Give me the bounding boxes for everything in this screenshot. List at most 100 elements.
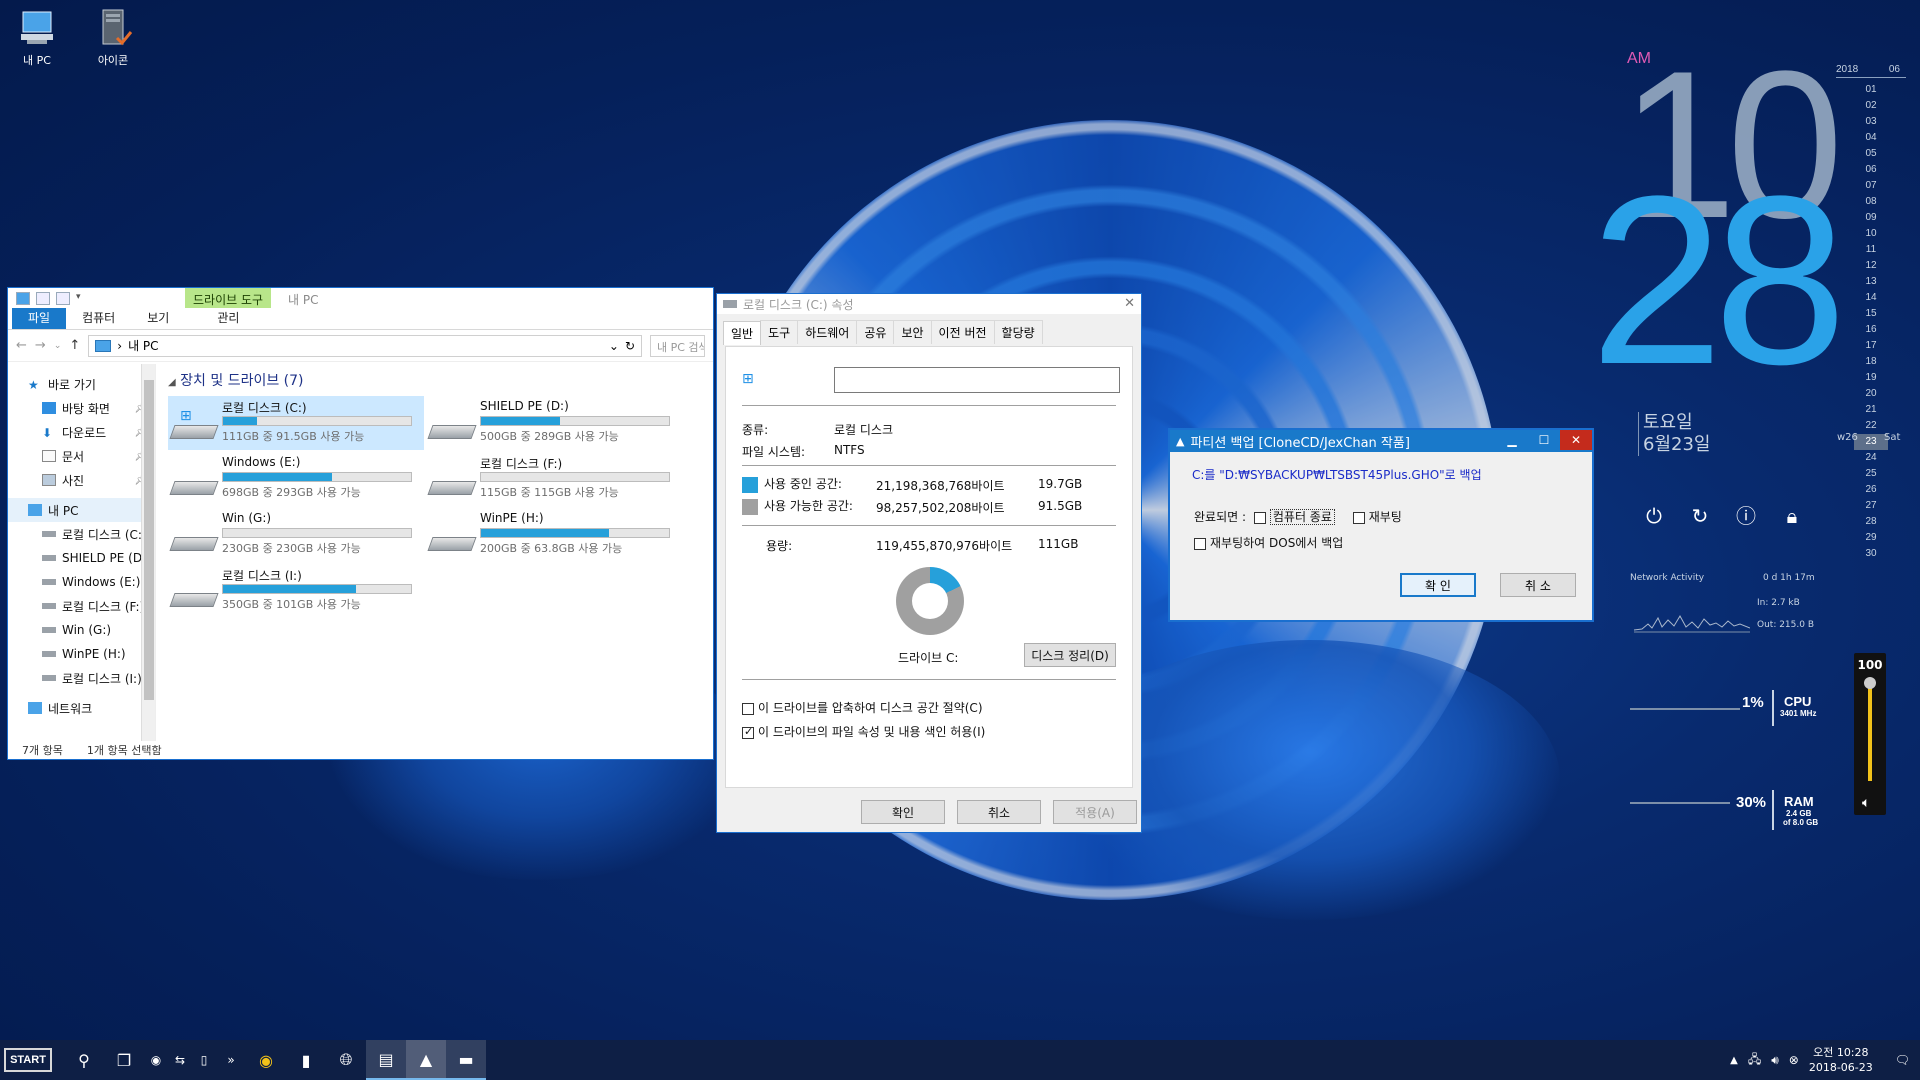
refresh-icon[interactable]: ↻ <box>625 339 635 353</box>
nav-item-drive-e[interactable]: Windows (E:) <box>8 570 155 594</box>
tab-manage[interactable]: 관리 <box>201 306 255 329</box>
globe-icon[interactable]: 🌐︎ <box>326 1040 366 1080</box>
search-input[interactable]: 내 PC 검색 <box>650 334 705 357</box>
shutdown-checkbox[interactable] <box>1253 511 1266 524</box>
volume-widget[interactable]: 100 🔈︎ <box>1854 653 1886 815</box>
nav-item-downloads[interactable]: ⬇다운로드📌︎ <box>8 420 155 444</box>
shutdown-option[interactable]: 컴퓨터 종료 <box>1253 509 1335 525</box>
nav-item-network[interactable]: 네트워크 <box>8 696 155 720</box>
teamviewer-small-icon[interactable]: ⇆ <box>168 1040 192 1080</box>
chrome-icon[interactable]: ◉ <box>246 1040 286 1080</box>
ok-button[interactable]: 확인 <box>861 800 945 824</box>
compress-option[interactable]: 이 드라이브를 압축하여 디스크 공간 절약(C) <box>742 699 983 716</box>
chrome-small-icon[interactable]: ◉ <box>144 1040 168 1080</box>
dos-option[interactable]: 재부팅하여 DOS에서 백업 <box>1194 534 1343 551</box>
task-view-icon[interactable]: ❐ <box>104 1040 144 1080</box>
cancel-button[interactable]: 취소 <box>957 800 1041 824</box>
overflow-chevron-icon[interactable]: » <box>216 1040 246 1080</box>
usb-device-icon[interactable]: ▮ <box>286 1040 326 1080</box>
tab-tools[interactable]: 도구 <box>760 320 799 344</box>
group-header[interactable]: ◢ 장치 및 드라이브 (7) <box>168 370 701 390</box>
drive-tile[interactable]: Windows (E:) 698GB 중 293GB 사용 가능 <box>168 452 424 506</box>
nav-item-drive-d[interactable]: SHIELD PE (D:) <box>8 546 155 570</box>
file-explorer-icon[interactable]: ▤ <box>366 1040 406 1080</box>
confirm-button[interactable]: 확 인 <box>1400 573 1476 597</box>
disk-cleanup-button[interactable]: 디스크 정리(D) <box>1024 643 1116 667</box>
tray-overflow-icon[interactable]: ▲ <box>1730 1055 1738 1066</box>
recent-dropdown-icon[interactable]: ⌄ <box>54 341 62 351</box>
restart-icon[interactable]: ↻ <box>1689 505 1711 527</box>
new-folder-icon[interactable] <box>56 291 70 305</box>
properties-icon[interactable] <box>36 291 50 305</box>
tab-general[interactable]: 일반 <box>723 321 762 345</box>
customize-dropdown-icon[interactable]: ▾ <box>76 292 90 305</box>
volume-track[interactable] <box>1868 685 1872 781</box>
power-icon[interactable]: ⏻ <box>1643 505 1665 527</box>
drive-tile[interactable]: SHIELD PE (D:) 500GB 중 289GB 사용 가능 <box>426 396 682 450</box>
reboot-checkbox[interactable] <box>1352 511 1365 524</box>
nav-item-documents[interactable]: 문서📌︎ <box>8 444 155 468</box>
cancel-button[interactable]: 취 소 <box>1500 573 1576 597</box>
drive-tile[interactable]: Win (G:) 230GB 중 230GB 사용 가능 <box>168 508 424 562</box>
lock-icon[interactable]: 🔒︎ <box>1781 505 1803 527</box>
tab-computer[interactable]: 컴퓨터 <box>66 306 131 329</box>
error-tray-icon[interactable]: ⊗ <box>1789 1053 1799 1067</box>
drive-tile[interactable]: ⊞ 로컬 디스크 (C:) 111GB 중 91.5GB 사용 가능 <box>168 396 424 450</box>
shutdown-label: 컴퓨터 종료 <box>1269 509 1335 525</box>
nav-item-drive-f[interactable]: 로컬 디스크 (F:) <box>8 594 155 618</box>
nav-item-drive-c[interactable]: 로컬 디스크 (C:) <box>8 522 155 546</box>
start-button[interactable]: START <box>4 1048 52 1072</box>
nav-scrollbar-thumb[interactable] <box>144 380 154 700</box>
nav-item-quick-access[interactable]: ★ 바로 가기 <box>8 372 155 396</box>
tray-clock[interactable]: 오전 10:28 2018-06-23 <box>1809 1045 1873 1075</box>
tab-previous-versions[interactable]: 이전 버전 <box>930 320 995 344</box>
desktop-icon-my-pc[interactable]: 내 PC <box>2 8 72 68</box>
backup-app-icon[interactable]: ▲ <box>406 1040 446 1080</box>
notification-icon[interactable]: 🗨︎ <box>1895 1053 1910 1067</box>
drive-properties-icon[interactable]: ▬ <box>446 1040 486 1080</box>
drive-tile[interactable]: 로컬 디스크 (F:) 115GB 중 115GB 사용 가능 <box>426 452 682 506</box>
nav-item-drive-h[interactable]: WinPE (H:) <box>8 642 155 666</box>
tab-quota[interactable]: 할당량 <box>993 320 1043 344</box>
drive-tile[interactable]: 로컬 디스크 (I:) 350GB 중 101GB 사용 가능 <box>168 564 424 618</box>
collapse-icon[interactable]: ◢ <box>168 377 176 388</box>
nav-item-desktop[interactable]: 바탕 화면📌︎ <box>8 396 155 420</box>
tab-security[interactable]: 보안 <box>893 320 932 344</box>
tab-view[interactable]: 보기 <box>131 306 185 329</box>
address-field[interactable]: › 내 PC ⌄ ↻ <box>88 334 642 357</box>
forward-arrow-icon[interactable]: → <box>35 338 46 353</box>
nav-item-drive-g[interactable]: Win (G:) <box>8 618 155 642</box>
nav-scrollbar[interactable] <box>141 364 155 741</box>
tab-hardware[interactable]: 하드웨어 <box>797 320 858 344</box>
apply-button[interactable]: 적용(A) <box>1053 800 1137 824</box>
compress-checkbox[interactable] <box>742 702 754 715</box>
window-icon[interactable] <box>16 291 30 305</box>
maximize-icon[interactable]: ☐ <box>1528 430 1560 450</box>
nav-item-pictures[interactable]: 사진📌︎ <box>8 468 155 492</box>
search-icon[interactable]: ⚲ <box>64 1040 104 1080</box>
device-small-icon[interactable]: ▯ <box>192 1040 216 1080</box>
dos-checkbox[interactable] <box>1194 537 1206 550</box>
info-icon[interactable]: ⓘ <box>1735 505 1757 527</box>
tab-sharing[interactable]: 공유 <box>856 320 895 344</box>
desktop-icon-apps[interactable]: 아이콘 <box>78 8 148 68</box>
volume-tray-icon[interactable]: 🔊︎ <box>1771 1053 1779 1068</box>
index-checkbox[interactable] <box>742 725 754 739</box>
minimize-icon[interactable]: ▁ <box>1496 430 1528 450</box>
nav-item-this-pc[interactable]: 내 PC <box>8 498 155 522</box>
reboot-option[interactable]: 재부팅 <box>1352 510 1402 524</box>
volume-label-input[interactable] <box>834 367 1120 393</box>
up-arrow-icon[interactable]: ↑ <box>69 338 80 353</box>
speaker-icon[interactable]: 🔈︎ <box>1862 795 1870 811</box>
chevron-down-icon[interactable]: ⌄ <box>609 339 619 353</box>
back-arrow-icon[interactable]: ← <box>16 338 27 353</box>
context-tab-drive-tools[interactable]: 드라이브 도구 <box>185 288 272 308</box>
tab-file[interactable]: 파일 <box>12 306 67 329</box>
index-option[interactable]: 이 드라이브의 파일 속성 및 내용 색인 허용(I) <box>742 723 985 740</box>
network-tray-icon[interactable]: 🖧︎ <box>1748 1050 1761 1071</box>
volume-knob[interactable] <box>1864 677 1876 689</box>
close-icon[interactable]: ✕ <box>1124 296 1135 311</box>
nav-item-drive-i[interactable]: 로컬 디스크 (I:) <box>8 666 155 690</box>
drive-tile[interactable]: WinPE (H:) 200GB 중 63.8GB 사용 가능 <box>426 508 682 562</box>
close-icon[interactable]: ✕ <box>1560 430 1592 450</box>
